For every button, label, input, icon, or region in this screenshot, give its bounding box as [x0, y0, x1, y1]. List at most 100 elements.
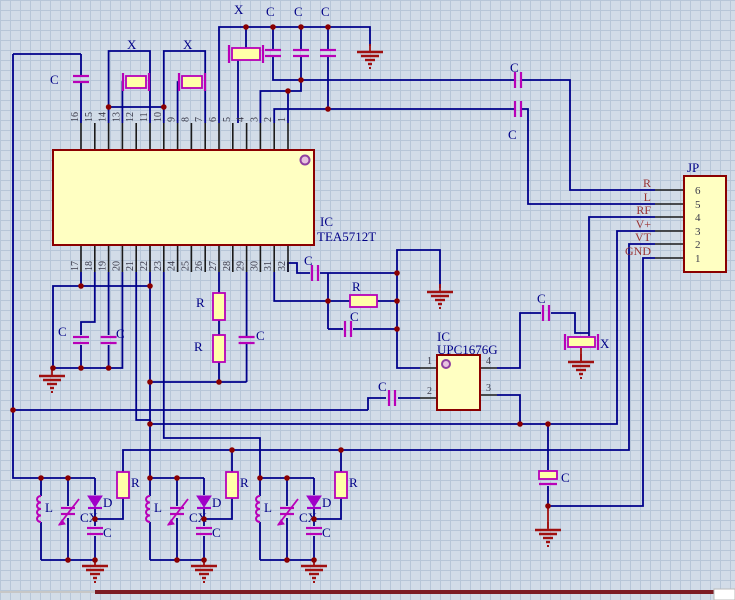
component-label: UPC1676G	[437, 342, 498, 357]
inductor[interactable]	[146, 496, 150, 522]
resistor-body	[335, 472, 347, 498]
capacitor[interactable]	[312, 265, 318, 281]
wire[interactable]	[551, 313, 589, 333]
net-label: V+	[636, 217, 652, 231]
pin-number: 3	[695, 226, 701, 238]
capacitor[interactable]	[543, 305, 549, 321]
resistor-body	[117, 472, 129, 498]
wire[interactable]	[81, 272, 95, 335]
junction-dot	[65, 475, 71, 481]
junction-dot	[10, 407, 16, 413]
wire[interactable]	[13, 54, 95, 478]
junction-dot	[92, 516, 98, 522]
connector-jp-body[interactable]	[684, 176, 726, 272]
capacitor[interactable]	[73, 337, 89, 343]
capacitor[interactable]	[73, 76, 89, 82]
junction-dot	[201, 557, 207, 563]
wire[interactable]	[548, 258, 655, 506]
resistor[interactable]	[117, 472, 129, 498]
varactor-diode[interactable]	[307, 496, 321, 508]
wire[interactable]	[260, 56, 301, 123]
ground-symbol[interactable]	[427, 284, 453, 308]
variable-capacitor[interactable]	[168, 499, 188, 525]
resistor-body	[213, 293, 225, 320]
pin-number: 4	[486, 356, 491, 367]
resistor-body	[226, 472, 238, 498]
component-label: C	[58, 324, 67, 339]
component-label: C	[321, 4, 330, 19]
capacitor[interactable]	[239, 337, 255, 343]
crystal[interactable]	[123, 73, 149, 91]
capacitor[interactable]	[196, 528, 212, 534]
schematic-canvas[interactable]: CCCCCCCCCCCCCCCCCXXXXRRRRRRLLLCXCXCXDDD1…	[0, 0, 735, 600]
wire[interactable]	[150, 231, 655, 424]
capacitor[interactable]	[539, 471, 557, 484]
pin1-indicator-icon	[442, 360, 450, 368]
junction-dot	[325, 24, 331, 30]
junction-dot	[394, 298, 400, 304]
junction-dot	[216, 379, 222, 385]
wire[interactable]	[273, 56, 514, 80]
ground-symbol[interactable]	[357, 44, 383, 68]
wire[interactable]	[274, 109, 514, 123]
wire[interactable]	[497, 313, 541, 368]
wire[interactable]	[397, 250, 440, 368]
pin-number: 29	[236, 261, 247, 271]
junction-dot	[201, 516, 207, 522]
capacitor[interactable]	[87, 528, 103, 534]
resistor[interactable]	[226, 472, 238, 498]
pin-number: 22	[139, 261, 150, 271]
pin-number: 11	[139, 112, 150, 122]
component-label: C	[116, 326, 125, 341]
pin-number: 24	[167, 261, 178, 271]
crystal[interactable]	[179, 73, 205, 91]
crystal[interactable]	[229, 45, 263, 63]
pin-number: 5	[222, 117, 233, 122]
resistor[interactable]	[350, 295, 377, 307]
component-label: X	[127, 37, 137, 52]
wire[interactable]	[522, 80, 655, 190]
variable-capacitor[interactable]	[278, 499, 298, 525]
capacitor[interactable]	[101, 337, 117, 343]
ground-symbol[interactable]	[535, 522, 561, 546]
capacitor[interactable]	[389, 390, 395, 406]
varactor-diode[interactable]	[88, 496, 102, 508]
variable-capacitor[interactable]	[59, 499, 79, 525]
inductor[interactable]	[256, 496, 260, 522]
capacitor[interactable]	[515, 101, 521, 117]
wire[interactable]	[497, 395, 520, 424]
wire[interactable]	[164, 272, 260, 478]
component-label: R	[194, 339, 203, 354]
capacitor[interactable]	[265, 50, 281, 56]
component-label: L	[154, 500, 162, 515]
varactor-diode[interactable]	[197, 496, 211, 508]
pin-number: 21	[125, 261, 136, 271]
crystal[interactable]	[565, 334, 598, 350]
pin-number: 20	[111, 261, 122, 271]
capacitor[interactable]	[293, 50, 309, 56]
junction-dot	[545, 503, 551, 509]
component-label: IC	[320, 214, 333, 229]
component-label: TEA5712T	[317, 229, 376, 244]
resistor[interactable]	[335, 472, 347, 498]
component-label: X	[234, 2, 244, 17]
diode-triangle	[307, 496, 321, 507]
pin-number: 17	[70, 261, 81, 271]
capacitor[interactable]	[306, 528, 322, 534]
wire[interactable]	[368, 398, 386, 410]
resistor[interactable]	[213, 293, 225, 320]
ic-tea5712t-body[interactable]	[53, 150, 314, 245]
ground-symbol[interactable]	[568, 354, 594, 378]
junction-dot	[394, 270, 400, 276]
component-label: C	[294, 4, 303, 19]
pin-number: 10	[153, 112, 164, 122]
capacitor[interactable]	[320, 50, 336, 56]
inductor[interactable]	[37, 496, 41, 522]
junction-dot	[270, 24, 276, 30]
pin-number: 2	[695, 239, 701, 251]
resistor[interactable]	[213, 335, 225, 362]
ground-symbol[interactable]	[39, 368, 65, 392]
wire[interactable]	[136, 272, 150, 478]
diode-triangle	[88, 496, 102, 507]
resistor-body	[350, 295, 377, 307]
